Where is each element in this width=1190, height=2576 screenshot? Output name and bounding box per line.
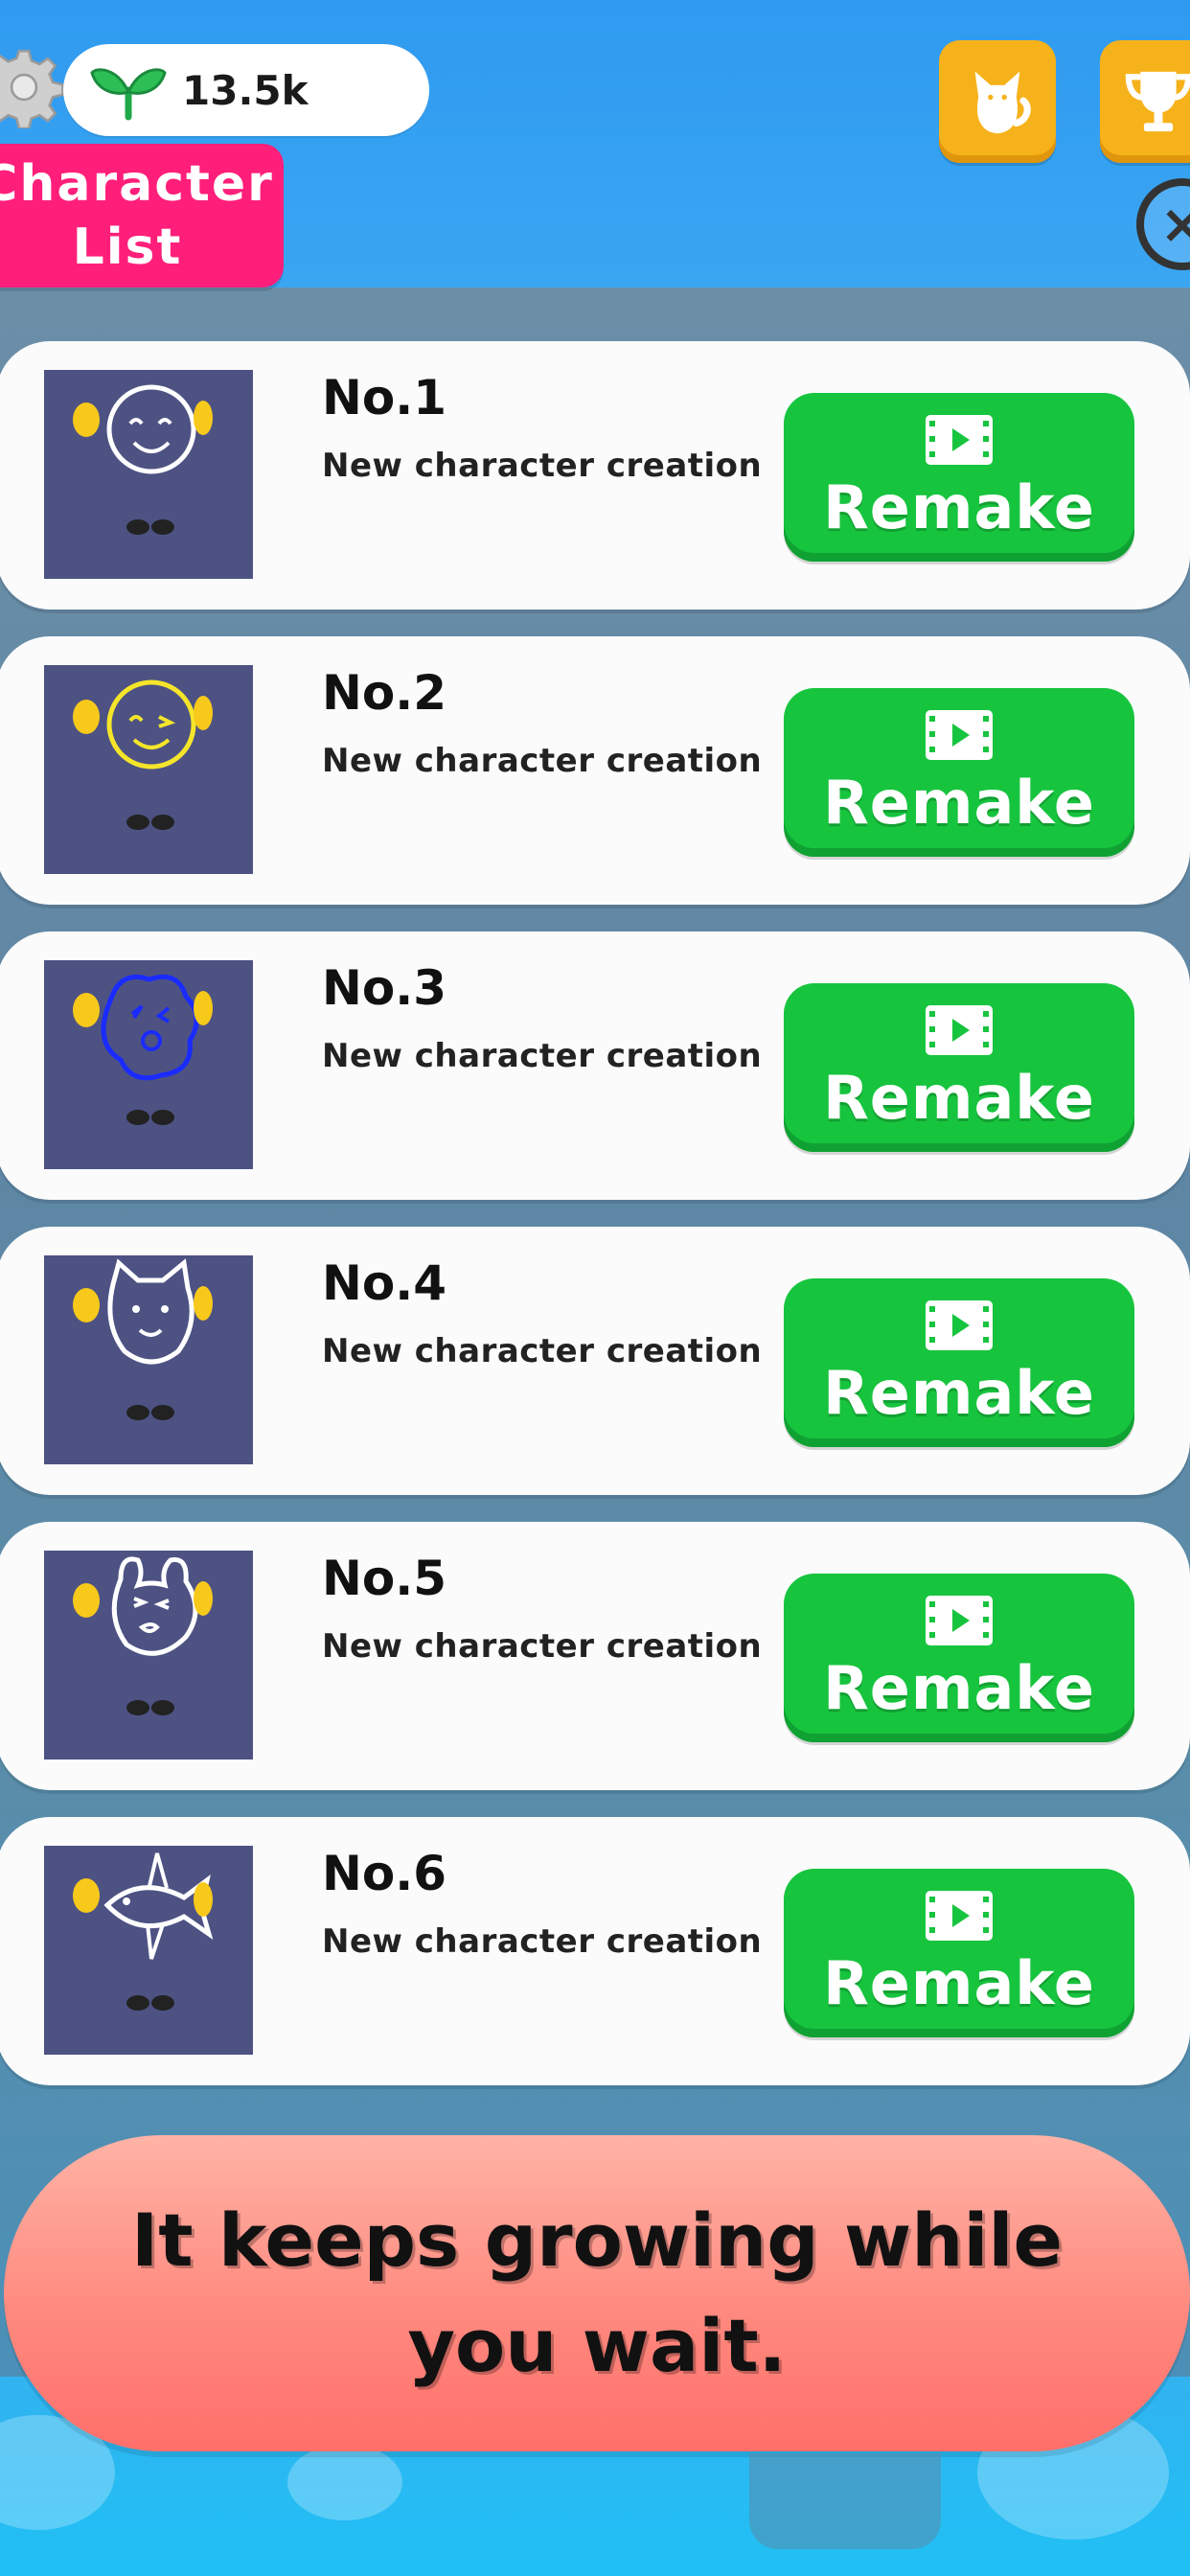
remake-button[interactable]: Remake xyxy=(784,393,1134,562)
character-number: No.6 xyxy=(322,1846,446,1901)
character-description: New character creation xyxy=(322,1922,763,1961)
remake-label: Remake xyxy=(823,767,1095,838)
cat-icon xyxy=(974,71,1031,134)
bottom-tab-handle[interactable] xyxy=(749,2453,941,2549)
character-description: New character creation xyxy=(322,742,763,780)
character-number: No.4 xyxy=(322,1255,446,1311)
promo-banner: It keeps growing while you wait. xyxy=(4,2135,1190,2451)
close-icon: × xyxy=(1159,193,1190,256)
smiley-face-drawing xyxy=(73,384,213,535)
trophy-icon xyxy=(1125,71,1190,132)
remake-button[interactable]: Remake xyxy=(784,983,1134,1152)
character-description: New character creation xyxy=(322,1037,763,1075)
remake-button[interactable]: Remake xyxy=(784,688,1134,857)
scribble-face-drawing xyxy=(73,974,213,1125)
remake-label: Remake xyxy=(823,1652,1095,1723)
currency-amount: 13.5k xyxy=(182,66,309,114)
trophy-button[interactable] xyxy=(1100,40,1190,163)
remake-button[interactable]: Remake xyxy=(784,1278,1134,1447)
video-ad-icon xyxy=(926,1890,993,1941)
character-thumbnail xyxy=(44,1551,253,1760)
remake-label: Remake xyxy=(823,1062,1095,1133)
settings-gear-icon[interactable] xyxy=(0,46,65,130)
character-number: No.5 xyxy=(322,1551,446,1606)
video-ad-icon xyxy=(926,414,993,465)
remake-label: Remake xyxy=(823,472,1095,542)
character-description: New character creation xyxy=(322,447,763,485)
character-list-title: Character List xyxy=(0,144,284,288)
remake-label: Remake xyxy=(823,1357,1095,1428)
video-ad-icon xyxy=(926,709,993,760)
video-ad-icon xyxy=(926,1004,993,1055)
character-description: New character creation xyxy=(322,1627,763,1666)
promo-banner-text: It keeps growing while you wait. xyxy=(130,2197,1064,2388)
character-number: No.1 xyxy=(322,370,446,426)
character-card-6: No.6 New character creation Remake xyxy=(0,1817,1190,2085)
fish-drawing xyxy=(73,1852,214,2011)
remake-button[interactable]: Remake xyxy=(784,1869,1134,2037)
sprout-icon xyxy=(90,68,167,121)
video-ad-icon xyxy=(926,1595,993,1645)
remake-button[interactable]: Remake xyxy=(784,1574,1134,1742)
remake-label: Remake xyxy=(823,1947,1095,2018)
character-card-1: No.1 New character creation Remake xyxy=(0,341,1190,610)
cat-face-drawing xyxy=(73,1258,213,1420)
character-thumbnail xyxy=(44,665,253,874)
currency-counter: 13.5k xyxy=(63,44,429,136)
video-ad-icon xyxy=(926,1300,993,1350)
character-thumbnail xyxy=(44,960,253,1169)
character-number: No.3 xyxy=(322,960,446,1016)
character-thumbnail xyxy=(44,1846,253,2055)
character-description: New character creation xyxy=(322,1332,763,1370)
character-card-4: No.4 New character creation Remake xyxy=(0,1227,1190,1495)
character-thumbnail xyxy=(44,1255,253,1464)
character-button[interactable] xyxy=(939,40,1056,163)
character-card-2: No.2 New character creation Remake xyxy=(0,636,1190,905)
character-card-3: No.3 New character creation Remake xyxy=(0,932,1190,1200)
winking-face-drawing xyxy=(73,679,213,830)
character-card-5: No.5 New character creation Remake xyxy=(0,1522,1190,1790)
character-thumbnail xyxy=(44,370,253,579)
bear-face-drawing xyxy=(73,1556,213,1715)
character-number: No.2 xyxy=(322,665,446,721)
